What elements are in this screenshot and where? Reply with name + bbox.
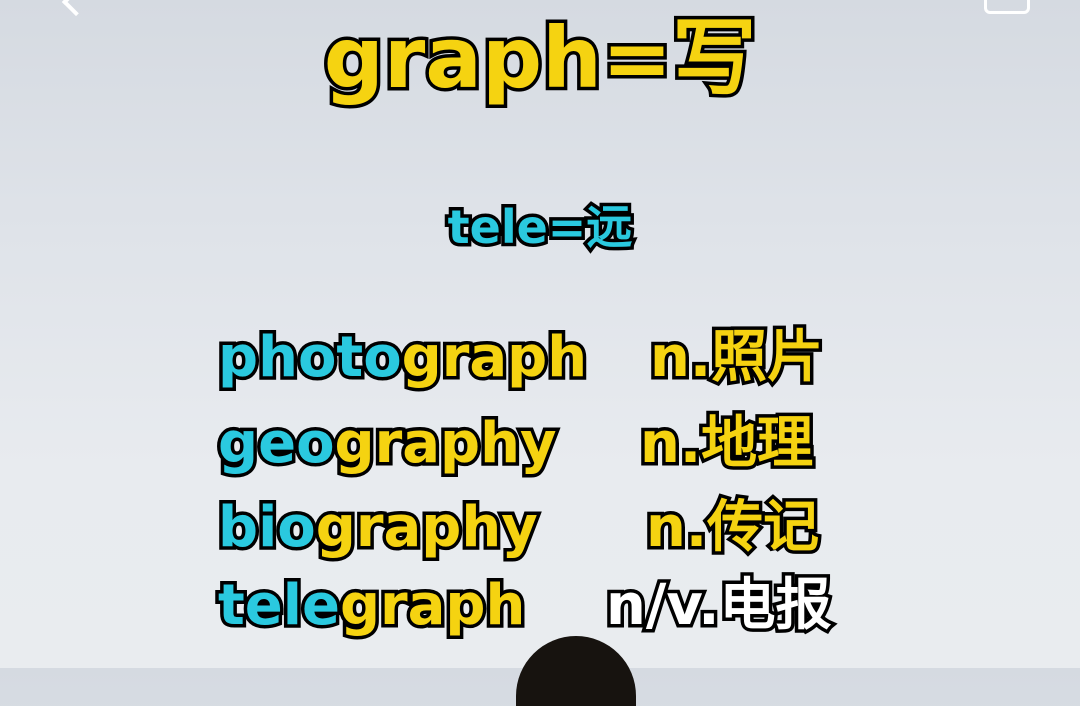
word-meaning: n.地理 bbox=[636, 408, 816, 480]
word-root: graph bbox=[331, 408, 523, 480]
word-prefix: bio bbox=[215, 492, 320, 564]
word-suffix: y bbox=[517, 408, 560, 480]
word-meaning: n.照片 bbox=[646, 322, 826, 394]
word-prefix: photo bbox=[215, 322, 406, 394]
subtitle: tele=远 bbox=[444, 197, 636, 258]
word-root: graph bbox=[336, 570, 528, 642]
presenter-head bbox=[516, 636, 636, 706]
word: telegraph bbox=[215, 566, 529, 646]
word-row-geography: geography n.地理 bbox=[0, 404, 1080, 484]
word-meaning: n.传记 bbox=[642, 492, 822, 564]
word-row-biography: biography n.传记 bbox=[0, 488, 1080, 568]
word-suffix: y bbox=[498, 492, 541, 564]
word-row-photograph: photograph n.照片 bbox=[0, 318, 1080, 398]
word: photograph bbox=[215, 318, 591, 398]
word: geography bbox=[215, 404, 560, 484]
page-title: graph=写 bbox=[320, 6, 760, 111]
word-root: graph bbox=[312, 492, 504, 564]
word-prefix: tele bbox=[215, 570, 344, 642]
word-row-telegraph: telegraph n/v.电报 bbox=[0, 566, 1080, 646]
word: biography bbox=[215, 488, 542, 568]
word-prefix: geo bbox=[215, 408, 339, 480]
word-meaning: n/v.电报 bbox=[603, 570, 836, 642]
word-root: graph bbox=[398, 322, 590, 394]
